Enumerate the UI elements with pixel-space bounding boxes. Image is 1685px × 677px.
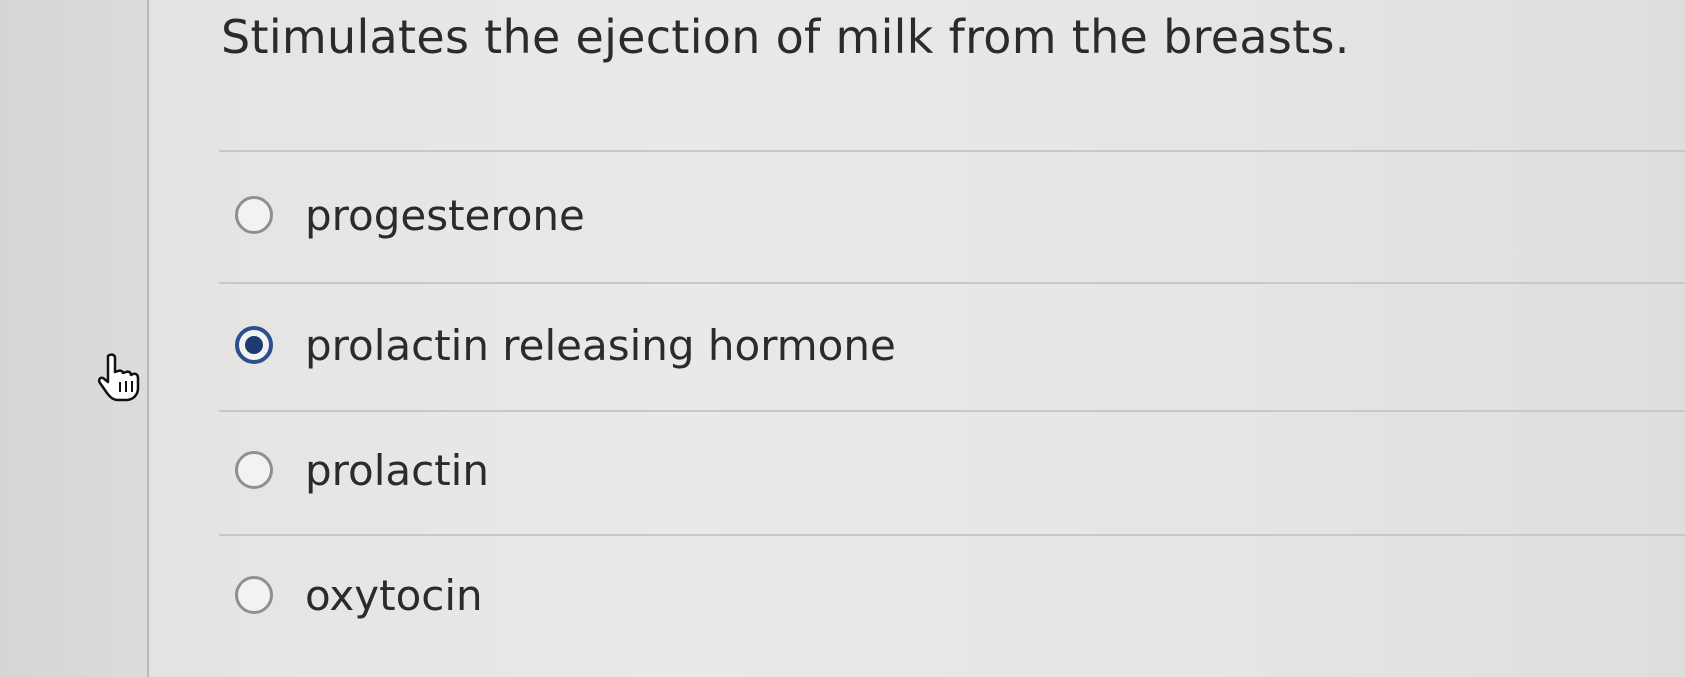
hand-pointer-icon (97, 353, 140, 402)
radio-button-progesterone[interactable] (235, 196, 273, 234)
option-progesterone[interactable]: progesterone (235, 185, 585, 245)
radio-button-prolactin-releasing-hormone[interactable] (235, 326, 273, 364)
option-prolactin[interactable]: prolactin (235, 440, 489, 500)
question-panel: Stimulates the ejection of milk from the… (149, 0, 1685, 677)
quiz-screen: Stimulates the ejection of milk from the… (0, 0, 1685, 677)
option-label: progesterone (305, 190, 585, 240)
radio-button-prolactin[interactable] (235, 451, 273, 489)
question-text: Stimulates the ejection of milk from the… (221, 10, 1350, 64)
option-label: prolactin (305, 445, 489, 495)
option-prolactin-releasing-hormone[interactable]: prolactin releasing hormone (235, 315, 896, 375)
option-label: prolactin releasing hormone (305, 320, 896, 370)
divider (219, 534, 1685, 536)
option-label: oxytocin (305, 570, 483, 620)
option-oxytocin[interactable]: oxytocin (235, 565, 483, 625)
divider (219, 150, 1685, 152)
left-gutter (0, 0, 148, 677)
divider (219, 282, 1685, 284)
divider (219, 410, 1685, 412)
radio-button-oxytocin[interactable] (235, 576, 273, 614)
